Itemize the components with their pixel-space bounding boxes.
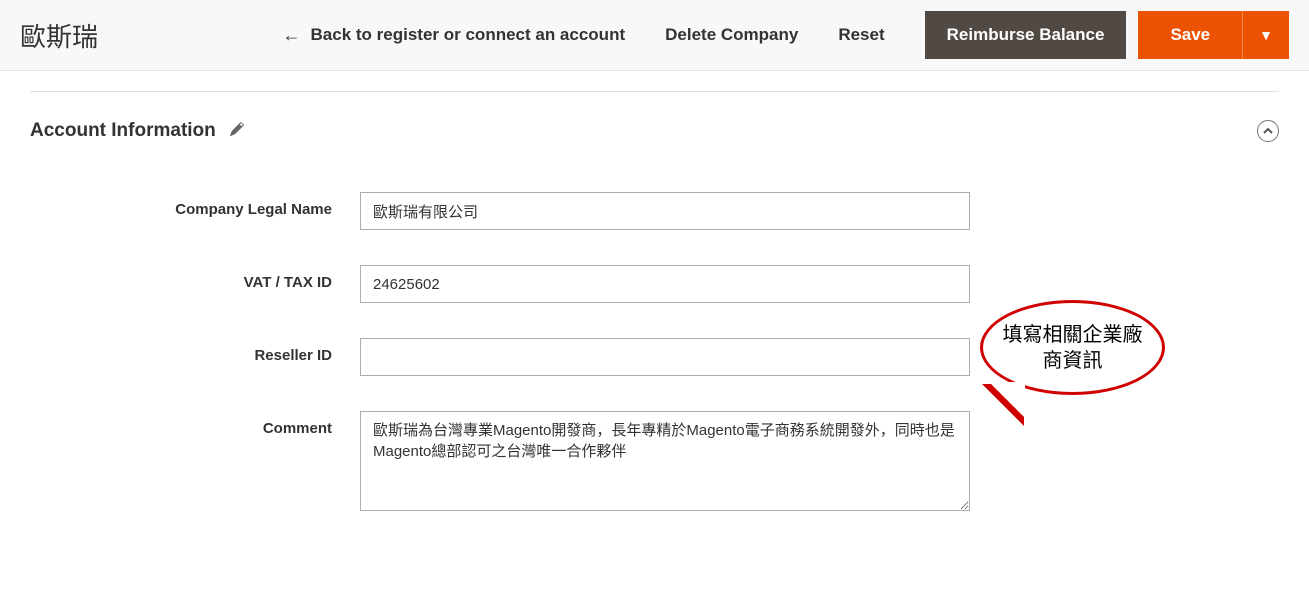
delete-company-link[interactable]: Delete Company bbox=[665, 25, 798, 45]
divider bbox=[30, 91, 1279, 92]
reseller-label: Reseller ID bbox=[30, 338, 360, 364]
brand-name: 歐斯瑞 bbox=[20, 17, 98, 54]
form-row-comment: Comment bbox=[30, 411, 1279, 516]
reset-link[interactable]: Reset bbox=[838, 25, 884, 45]
arrow-left-icon: ← bbox=[283, 25, 301, 46]
save-dropdown-button[interactable]: ▼ bbox=[1242, 11, 1289, 59]
section-title: Account Information bbox=[30, 120, 216, 142]
comment-label: Comment bbox=[30, 411, 360, 437]
caret-down-icon: ▼ bbox=[1259, 27, 1273, 43]
form-row-vat: VAT / TAX ID bbox=[30, 265, 1279, 303]
collapse-button[interactable] bbox=[1257, 120, 1279, 142]
reseller-input[interactable] bbox=[360, 338, 970, 376]
page-header: 歐斯瑞 ← Back to register or connect an acc… bbox=[0, 0, 1309, 71]
reimburse-balance-button[interactable]: Reimburse Balance bbox=[925, 11, 1127, 59]
back-link[interactable]: ← Back to register or connect an account bbox=[283, 25, 626, 46]
annotation-callout: 填寫相關企業廠商資訊 bbox=[980, 300, 1180, 395]
comment-textarea[interactable] bbox=[360, 411, 970, 511]
legal-name-label: Company Legal Name bbox=[30, 192, 360, 218]
vat-label: VAT / TAX ID bbox=[30, 265, 360, 291]
annotation-bubble: 填寫相關企業廠商資訊 bbox=[980, 300, 1165, 395]
section-header: Account Information bbox=[30, 120, 1279, 142]
pencil-icon[interactable] bbox=[230, 122, 244, 141]
back-link-label: Back to register or connect an account bbox=[311, 25, 626, 45]
legal-name-input[interactable] bbox=[360, 192, 970, 230]
save-button[interactable]: Save bbox=[1138, 11, 1242, 59]
chevron-up-icon bbox=[1263, 126, 1273, 136]
vat-input[interactable] bbox=[360, 265, 970, 303]
save-button-group: Save ▼ bbox=[1138, 11, 1289, 59]
form-row-legal-name: Company Legal Name bbox=[30, 192, 1279, 230]
